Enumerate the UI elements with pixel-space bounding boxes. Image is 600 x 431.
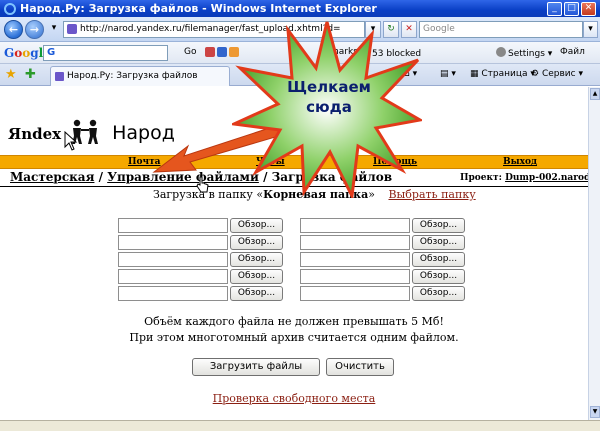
back-button[interactable]: ← (4, 20, 23, 39)
toolbar-icon-2[interactable] (217, 47, 227, 57)
check-space-link[interactable]: Проверка свободного места (0, 392, 588, 405)
forward-button[interactable]: → (25, 20, 44, 39)
project-label: Проект: (460, 173, 502, 183)
project-info: Проект: Dump-002.narod.ru (460, 173, 600, 183)
file-input-7[interactable] (300, 235, 410, 250)
file-input-5[interactable] (118, 286, 228, 301)
file-input-3[interactable] (118, 252, 228, 267)
tools-menu[interactable]: ⚙ Сервис ▾ (531, 69, 583, 79)
upload-files-button[interactable]: Загрузить файлы (192, 358, 320, 376)
file-input-10[interactable] (300, 286, 410, 301)
history-dropdown-icon[interactable]: ▾ (46, 21, 62, 38)
search-input[interactable]: Google (419, 21, 583, 38)
browse-button-6[interactable]: Обзор... (412, 218, 465, 233)
window-title: Народ.Ру: Загрузка файлов - Windows Inte… (20, 2, 377, 15)
minimize-button[interactable]: _ (547, 2, 562, 16)
yandex-logo: Яndex (8, 125, 62, 143)
browse-button-2[interactable]: Обзор... (230, 235, 283, 250)
tab-title: Народ.Ру: Загрузка файлов (67, 71, 198, 81)
browse-button-5[interactable]: Обзор... (230, 286, 283, 301)
browse-button-10[interactable]: Обзор... (412, 286, 465, 301)
favorites-star-icon[interactable]: ★ (5, 68, 17, 81)
browse-button-3[interactable]: Обзор... (230, 252, 283, 267)
mouse-pointer-icon (64, 131, 78, 151)
size-limit-note: Объём каждого файла не должен превышать … (0, 314, 588, 346)
window-title-bar: Народ.Ру: Загрузка файлов - Windows Inte… (0, 0, 600, 17)
file-input-9[interactable] (300, 269, 410, 284)
callout-line-2: сюда (306, 98, 352, 116)
status-bar (0, 420, 600, 431)
page-favicon-icon (67, 24, 77, 34)
file-input-8[interactable] (300, 252, 410, 267)
settings-button[interactable]: Settings (508, 49, 545, 59)
file-menu[interactable]: Файл (560, 47, 585, 57)
file-input-6[interactable] (300, 218, 410, 233)
callout-line-1: Щелкаем (287, 78, 371, 96)
note-line-2: При этом многотомный архив считается одн… (129, 331, 459, 344)
internet-explorer-icon (4, 2, 16, 15)
settings-gear-icon (496, 47, 506, 57)
add-favorites-icon[interactable]: ✚ (25, 68, 36, 81)
page-menu-label: Страница (481, 69, 528, 79)
note-line-1: Объём каждого файла не должен превышать … (144, 315, 444, 328)
maximize-button[interactable]: □ (564, 2, 579, 16)
scroll-up-icon[interactable]: ▲ (590, 88, 600, 100)
menu-logout[interactable]: Выход (503, 157, 537, 167)
file-input-1[interactable] (118, 218, 228, 233)
clear-button[interactable]: Очистить (326, 358, 394, 376)
browse-button-8[interactable]: Обзор... (412, 252, 465, 267)
file-input-4[interactable] (118, 269, 228, 284)
print-icon[interactable]: ▤ ▾ (440, 69, 456, 79)
tools-menu-label: Сервис (541, 69, 576, 79)
scroll-down-icon[interactable]: ▼ (590, 406, 600, 418)
vertical-scrollbar[interactable]: ▲ ▼ (588, 87, 600, 420)
page-menu[interactable]: ▦ Страница ▾ (470, 69, 535, 79)
browse-button-1[interactable]: Обзор... (230, 218, 283, 233)
tab-favicon-icon (55, 72, 64, 81)
close-button[interactable]: ✕ (581, 2, 596, 16)
breadcrumb-sep: / (94, 170, 108, 184)
google-go-button[interactable]: Go (184, 47, 196, 57)
browse-button-4[interactable]: Обзор... (230, 269, 283, 284)
google-search-input[interactable]: G (43, 45, 168, 61)
project-link[interactable]: Dump-002.narod.ru (505, 173, 600, 183)
breadcrumb-workshop[interactable]: Мастерская (10, 170, 94, 184)
browser-tab[interactable]: Народ.Ру: Загрузка файлов (50, 66, 230, 86)
file-input-2[interactable] (118, 235, 228, 250)
annotation-callout: Щелкаем сюда (281, 77, 377, 117)
browse-button-9[interactable]: Обзор... (412, 269, 465, 284)
search-go-icon[interactable]: ▾ (583, 21, 598, 38)
browse-button-7[interactable]: Обзор... (412, 235, 465, 250)
toolbar-icon-1[interactable] (205, 47, 215, 57)
